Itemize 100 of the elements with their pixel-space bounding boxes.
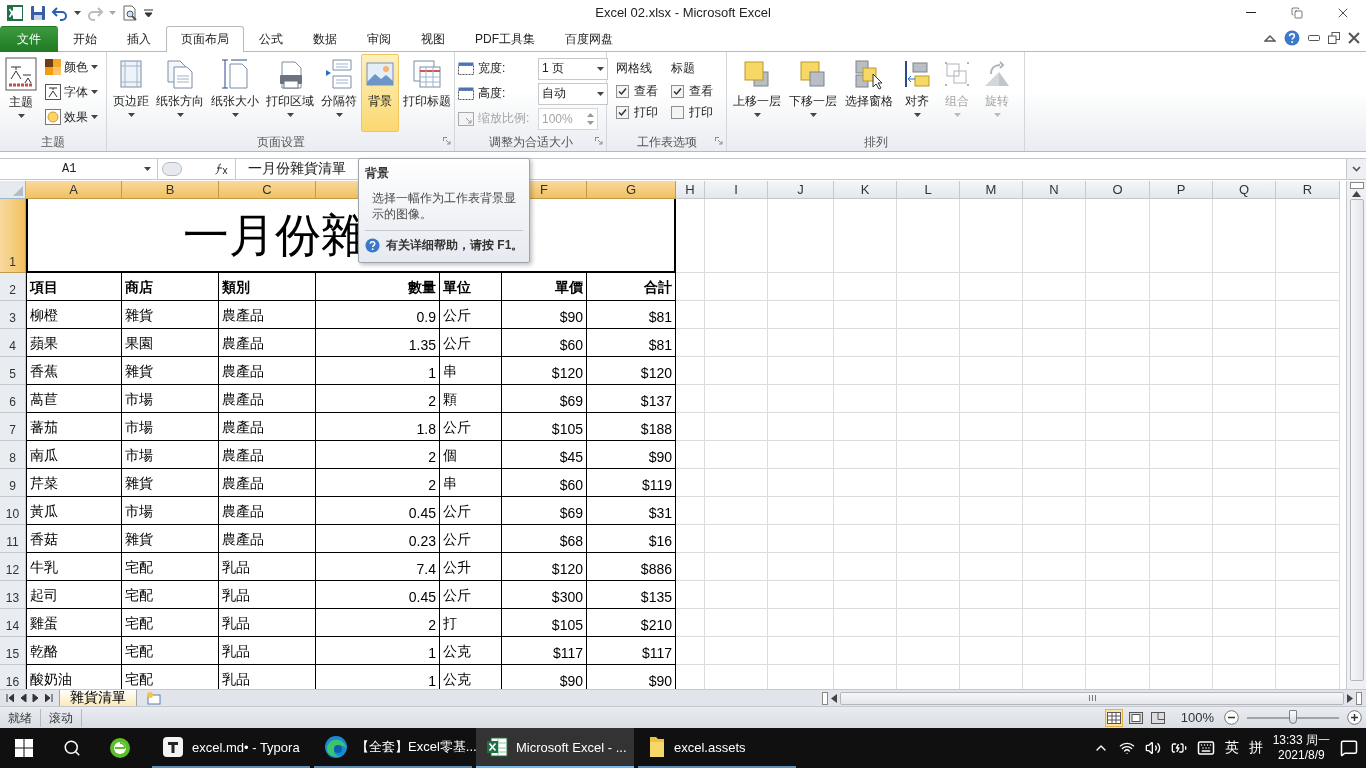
zoom-out-icon[interactable] — [1224, 710, 1239, 725]
row-header[interactable]: 5 — [0, 357, 26, 385]
column-header[interactable]: G — [587, 181, 676, 199]
sheet-nav-icon[interactable] — [6, 694, 14, 702]
scrollbar-thumb[interactable] — [1349, 199, 1364, 681]
file-tab[interactable]: 文件 — [0, 26, 58, 52]
dropdown-field[interactable]: 1 页 — [538, 57, 608, 80]
undo-button[interactable] — [52, 4, 68, 21]
ribbon-button[interactable]: 打印标题 — [400, 54, 454, 132]
dropdown-field[interactable]: 自动 — [538, 82, 608, 105]
dialog-launcher-icon[interactable] — [595, 137, 603, 145]
column-header[interactable]: R — [1276, 181, 1340, 199]
row-header[interactable]: 15 — [0, 637, 26, 665]
input-mode[interactable]: 拼 — [1248, 739, 1263, 757]
ribbon-tab[interactable]: 页面布局 — [166, 26, 244, 52]
ribbon-tab[interactable]: 数据 — [298, 26, 352, 52]
row-header[interactable]: 3 — [0, 301, 26, 329]
column-header[interactable]: K — [834, 181, 897, 199]
ribbon-tab[interactable]: 开始 — [58, 26, 112, 52]
name-box[interactable]: A1 — [0, 159, 158, 179]
column-header[interactable]: M — [960, 181, 1023, 199]
row-header[interactable]: 9 — [0, 469, 26, 497]
ribbon-tab[interactable]: 百度网盘 — [550, 26, 628, 52]
row-header[interactable]: 11 — [0, 525, 26, 553]
checkbox[interactable] — [616, 106, 629, 119]
zoom-level[interactable]: 100% — [1170, 710, 1220, 725]
theme-option-button[interactable]: 效果 — [43, 106, 100, 128]
ribbon-button[interactable]: 背景 — [361, 54, 399, 132]
checkbox[interactable] — [616, 85, 629, 98]
row-header[interactable]: 10 — [0, 497, 26, 525]
zoom-in-icon[interactable] — [1347, 710, 1362, 725]
column-header[interactable]: N — [1023, 181, 1086, 199]
ribbon-button[interactable]: 分隔符 — [318, 54, 360, 132]
customize-toolbar-button[interactable] — [144, 8, 153, 17]
volume-icon[interactable] — [1144, 740, 1161, 756]
minimize-icon[interactable] — [1308, 35, 1320, 41]
spreadsheet-icon[interactable] — [6, 3, 24, 22]
zoom-slider-thumb[interactable] — [1289, 709, 1297, 724]
row-header[interactable]: 12 — [0, 553, 26, 581]
row-header[interactable]: 8 — [0, 441, 26, 469]
column-header[interactable]: P — [1150, 181, 1213, 199]
ribbon-button[interactable]: 纸张大小 — [208, 54, 262, 132]
theme-option-button[interactable]: 颜色 — [43, 56, 100, 78]
ribbon-tab[interactable]: 插入 — [112, 26, 166, 52]
wifi-icon[interactable] — [1118, 740, 1135, 756]
scroll-left-icon[interactable] — [831, 693, 837, 703]
row-header[interactable]: 2 — [0, 273, 26, 301]
scroll-up-icon[interactable] — [1352, 191, 1361, 197]
row-header[interactable]: 4 — [0, 329, 26, 357]
view-button[interactable] — [1104, 708, 1123, 727]
input-language[interactable]: 英 — [1224, 739, 1239, 757]
ribbon-button[interactable]: 打印区域 — [263, 54, 317, 132]
column-header[interactable]: J — [768, 181, 834, 199]
collapse-ribbon-icon[interactable] — [1264, 34, 1276, 42]
ribbon-button[interactable]: 页边距 — [110, 54, 152, 132]
taskbar-app[interactable]: excel.assets — [638, 728, 796, 768]
scroll-right-icon[interactable] — [1347, 693, 1353, 703]
notification-icon[interactable] — [1340, 739, 1358, 757]
split-handle-icon[interactable] — [1356, 691, 1362, 705]
row-header[interactable]: 13 — [0, 581, 26, 609]
ribbon-tab[interactable]: PDF工具集 — [460, 26, 550, 52]
clock[interactable]: 13:33 周一 2021/8/9 — [1272, 733, 1330, 763]
split-handle-icon[interactable] — [822, 691, 828, 705]
ribbon-button[interactable]: 对齐 — [898, 54, 936, 132]
save-button[interactable] — [30, 4, 46, 21]
restore-icon[interactable] — [1328, 32, 1340, 44]
checkbox[interactable] — [671, 85, 684, 98]
print-preview-button[interactable] — [122, 4, 138, 21]
column-header[interactable]: H — [676, 181, 705, 199]
column-header[interactable]: B — [122, 181, 219, 199]
column-header[interactable]: C — [219, 181, 316, 199]
dialog-launcher-icon[interactable] — [715, 137, 723, 145]
ribbon-button[interactable]: 纸张方向 — [153, 54, 207, 132]
help-icon[interactable] — [365, 238, 380, 253]
dialog-launcher-icon[interactable] — [443, 137, 451, 145]
row-header[interactable]: 1 — [0, 199, 26, 273]
row-header[interactable]: 14 — [0, 609, 26, 637]
sheet-tab[interactable]: 雜貨清單 — [59, 689, 137, 707]
scrollbar-thumb[interactable] — [840, 691, 1344, 705]
column-header[interactable]: Q — [1213, 181, 1276, 199]
row-header[interactable]: 16 — [0, 665, 26, 689]
ribbon-tab[interactable]: 审阅 — [352, 26, 406, 52]
taskbar-app[interactable]: excel.md• - Typora — [152, 728, 310, 768]
close-icon[interactable] — [1348, 32, 1360, 44]
column-header[interactable]: L — [897, 181, 960, 199]
keyboard-icon[interactable] — [1196, 739, 1215, 757]
ribbon-button[interactable]: 下移一层 — [786, 54, 840, 132]
battery-icon[interactable] — [1170, 740, 1187, 756]
theme-option-button[interactable]: 字体 — [43, 81, 100, 103]
taskbar-app[interactable]: Microsoft Excel - ... — [476, 728, 634, 768]
formula-field[interactable]: 一月份雜貨清單 — [248, 160, 346, 178]
theme-button[interactable]: 主题 — [3, 54, 39, 132]
ribbon-button[interactable]: 上移一层 — [730, 54, 784, 132]
expand-formula-button[interactable] — [1346, 159, 1366, 179]
help-icon[interactable] — [1284, 30, 1300, 46]
splitter-handle-icon[interactable] — [162, 162, 182, 176]
column-header[interactable]: I — [705, 181, 768, 199]
checkbox[interactable] — [671, 106, 684, 119]
split-handle-icon[interactable] — [1349, 182, 1364, 189]
row-header[interactable]: 6 — [0, 385, 26, 413]
